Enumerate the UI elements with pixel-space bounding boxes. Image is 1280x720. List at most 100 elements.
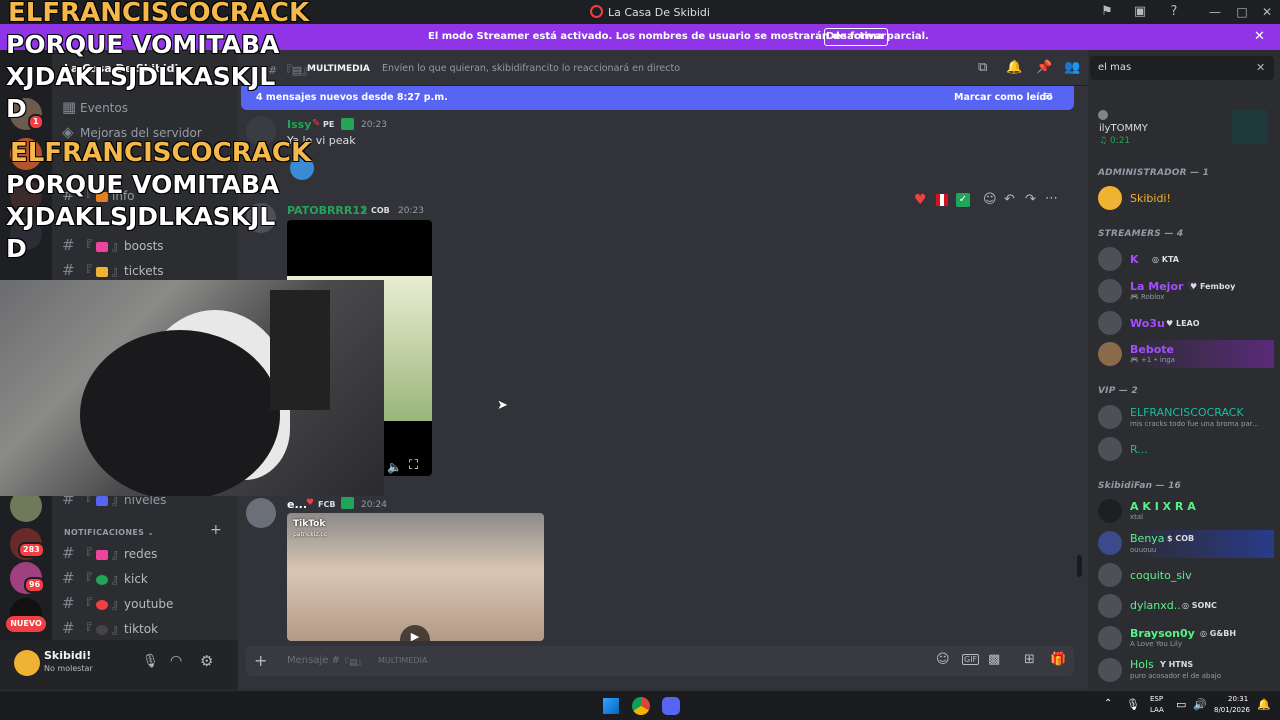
mark-read-button[interactable]: Marcar como leído — [954, 92, 1053, 103]
pin-icon[interactable]: 📌 — [1036, 60, 1052, 75]
notifications-icon[interactable]: 🔔 — [1257, 698, 1271, 711]
volume-icon[interactable]: 🔈 — [387, 460, 402, 474]
sticker-icon[interactable]: ▩ — [988, 652, 1000, 667]
add-reaction-icon[interactable]: ☺ — [983, 192, 997, 207]
tray-mic-icon[interactable]: 🎙 — [1126, 698, 1140, 711]
avatar[interactable] — [1098, 247, 1122, 271]
overlay-donor-name: ELFRANCISCOCRACK — [8, 0, 310, 28]
member-name[interactable]: Skibidi! — [1130, 192, 1171, 205]
member-name[interactable]: La Mejor ♡ — [1130, 280, 1197, 293]
video-attachment[interactable]: TikTok patrickiz.cc ▶ — [287, 513, 544, 641]
chrome-icon[interactable] — [632, 697, 650, 715]
minimize-icon[interactable]: — — [1206, 3, 1224, 21]
member-list-icon[interactable]: 👥 — [1064, 60, 1080, 75]
windows-start-icon[interactable] — [603, 698, 619, 714]
channel-boosts[interactable]: # 『』boosts — [62, 234, 232, 256]
flag-reaction-icon[interactable] — [936, 194, 948, 206]
disable-streamer-button[interactable]: Desactivar — [824, 28, 888, 46]
member-name[interactable]: Brayson0y — [1130, 627, 1195, 640]
avatar[interactable] — [246, 498, 276, 528]
reply-icon[interactable]: ↶ — [1004, 192, 1015, 207]
gif-icon[interactable]: GIF — [962, 654, 980, 665]
message-author[interactable]: PATOBRRR12 — [287, 204, 368, 217]
streamer-screen-icon[interactable]: ▣ — [1132, 4, 1148, 20]
message-input[interactable]: + Mensaje # 『▤』 MULTIMEDIA ☺ GIF ▩ ⊞ 🎁 — [246, 646, 1074, 676]
more-options-icon[interactable]: ⋯ — [1045, 191, 1058, 206]
member-name[interactable]: dylanxd.. — [1130, 599, 1181, 612]
member-activity: puro acosador el de abajo — [1130, 672, 1221, 680]
fullscreen-icon[interactable]: ⛶ — [409, 458, 418, 473]
role-icon: ♥ — [306, 498, 315, 508]
inbox-flag-icon[interactable]: ⚑ — [1099, 4, 1115, 20]
member-name[interactable]: coquito_siv — [1130, 569, 1192, 582]
headphones-icon[interactable]: ◠ — [170, 653, 182, 669]
channel-redes[interactable]: # 『』redes — [62, 542, 232, 564]
add-channel-icon[interactable]: + — [210, 522, 222, 538]
close-banner-icon[interactable]: ✕ — [1254, 29, 1265, 44]
new-messages-bar[interactable]: 4 mensajes nuevos desde 8:27 p.m. Marcar… — [241, 86, 1074, 110]
avatar[interactable] — [1098, 437, 1122, 461]
microphone-icon[interactable]: 🎙 — [142, 654, 159, 669]
forward-icon[interactable]: ↷ — [1025, 192, 1036, 207]
settings-gear-icon[interactable]: ⚙ — [200, 652, 213, 670]
chat-header: # 『▤』 MULTIMEDIA Envíen lo que quieran, … — [238, 50, 1088, 86]
avatar[interactable] — [1098, 594, 1122, 618]
clock-time[interactable]: 20:31 — [1228, 695, 1248, 703]
maximize-icon[interactable]: □ — [1233, 3, 1251, 21]
input-placeholder: Mensaje # — [287, 655, 340, 666]
gift-icon[interactable]: 🎁 — [1050, 652, 1066, 667]
channel-tiktok[interactable]: # 『』tiktok — [62, 617, 232, 639]
apps-icon[interactable]: ⊞ — [1024, 652, 1035, 667]
search-input[interactable]: el mas — [1098, 62, 1131, 73]
avatar[interactable] — [1098, 658, 1122, 682]
message-author[interactable]: e... — [287, 498, 307, 511]
close-window-icon[interactable]: ✕ — [1258, 3, 1276, 21]
avatar[interactable] — [1098, 563, 1122, 587]
heart-reaction-icon[interactable]: ♥ — [914, 192, 927, 208]
check-reaction-icon[interactable]: ✓ — [956, 193, 970, 207]
avatar[interactable] — [1098, 186, 1122, 210]
avatar[interactable] — [1098, 311, 1122, 335]
message-time: 20:23 — [361, 120, 387, 130]
network-icon[interactable]: ▭ — [1176, 698, 1186, 711]
avatar[interactable] — [1098, 626, 1122, 650]
notifications-category[interactable]: NOTIFICACIONES ⌄ — [64, 528, 154, 537]
discord-taskbar-icon[interactable] — [662, 697, 680, 715]
member-activity: A Love You Lily — [1130, 640, 1182, 648]
channel-kick[interactable]: # 『』kick — [62, 567, 232, 589]
clear-search-icon[interactable]: ✕ — [1256, 61, 1265, 74]
backpack-shape — [270, 290, 330, 410]
volume-tray-icon[interactable]: 🔊 — [1193, 698, 1207, 711]
member-name[interactable]: ELFRANCISCOCRACK — [1130, 406, 1244, 419]
channel-tickets[interactable]: # 『』tickets — [62, 259, 232, 281]
notification-bell-icon[interactable]: 🔔 — [1006, 60, 1022, 75]
events-item[interactable]: ▦ Eventos — [62, 96, 232, 118]
emoji-icon[interactable]: ☺ — [936, 652, 950, 667]
help-icon[interactable]: ? — [1166, 4, 1182, 20]
threads-icon[interactable]: ⧉ — [978, 60, 987, 75]
member-name[interactable]: A K I X R A — [1130, 500, 1196, 513]
channel-youtube[interactable]: # 『』youtube — [62, 592, 232, 614]
search-box[interactable]: el mas ✕ — [1090, 56, 1274, 80]
avatar[interactable] — [1098, 405, 1122, 429]
member-name[interactable]: K — [1130, 253, 1139, 266]
channel-topic: Envíen lo que quieran, skibidifrancito l… — [382, 63, 681, 74]
language-indicator[interactable]: ESP — [1150, 695, 1163, 703]
avatar[interactable] — [1098, 342, 1122, 366]
add-attachment-icon[interactable]: + — [254, 651, 267, 670]
avatar[interactable] — [14, 650, 40, 676]
member-name[interactable]: Hols — [1130, 658, 1154, 671]
chat-scrollbar[interactable] — [1077, 555, 1082, 577]
member-name[interactable]: Benya — [1130, 532, 1165, 545]
avatar[interactable] — [1098, 279, 1122, 303]
avatar[interactable] — [1098, 531, 1122, 555]
member-name[interactable]: R... — [1130, 443, 1148, 456]
avatar[interactable] — [1098, 499, 1122, 523]
tray-chevron-icon[interactable]: ⌃ — [1104, 698, 1112, 709]
member-name[interactable]: Bebote — [1130, 343, 1174, 356]
message-author[interactable]: Issy — [287, 118, 311, 131]
member-tag: $ COB — [1167, 534, 1195, 543]
member-name[interactable]: Wo3u — [1130, 317, 1165, 330]
play-icon[interactable]: ▶ — [400, 625, 430, 641]
mention-badge: 96 — [24, 577, 46, 593]
